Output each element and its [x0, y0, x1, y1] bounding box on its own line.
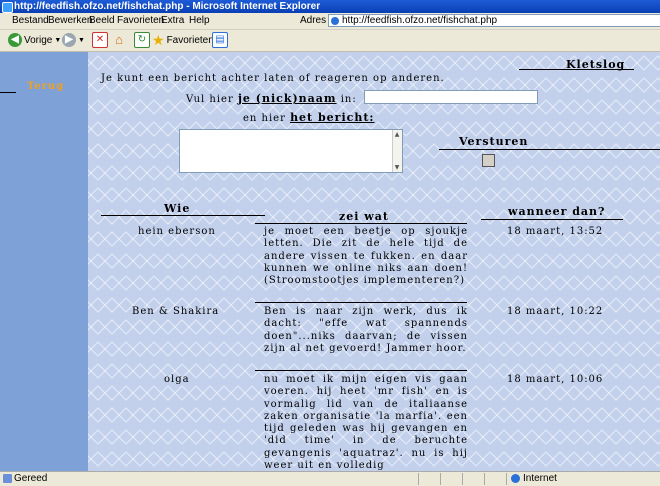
send-underline	[439, 149, 660, 150]
nick-label: Vul hier je (nick)naam in:	[186, 92, 357, 105]
back-link[interactable]: Terug	[27, 81, 64, 92]
favorites-button[interactable]: ★ Favorieten	[152, 32, 214, 48]
header-what-underline	[255, 223, 467, 224]
zone-text: Internet	[523, 473, 557, 484]
row-1-message: je moet een beetje op sjoukje letten. Di…	[264, 226, 468, 287]
forward-arrow-icon: ▶	[62, 33, 76, 47]
back-arrow-icon: ◀	[8, 33, 22, 47]
nick-label-suffix: in:	[340, 94, 357, 105]
header-who-underline	[101, 215, 265, 216]
menu-item-bewerken[interactable]: Bewerken	[48, 14, 92, 28]
row-divider	[255, 302, 467, 303]
status-text: Gereed	[14, 473, 48, 484]
menu-item-help[interactable]: Help	[189, 14, 210, 28]
row-3-who: olga	[164, 374, 190, 385]
nick-label-bold: je (nick)naam	[237, 92, 337, 105]
back-label: Vorige	[24, 34, 53, 46]
scroll-up-icon[interactable]: ▲	[393, 130, 402, 139]
forward-dropdown-icon: ▼	[78, 36, 85, 44]
media-icon: ▤	[212, 32, 228, 48]
menu-item-beeld[interactable]: Beeld	[89, 14, 115, 28]
refresh-icon: ↻	[134, 32, 150, 48]
menu-item-bestand[interactable]: Bestand	[12, 14, 49, 28]
media-button[interactable]: ▤	[212, 32, 228, 48]
message-scrollbar[interactable]: ▲ ▼	[392, 130, 402, 172]
nick-label-prefix: Vul hier	[186, 94, 234, 105]
ie-logo-icon	[2, 2, 13, 13]
row-2-message: Ben is naar zijn werk, dus ik dacht: "ef…	[264, 306, 468, 354]
internet-zone-icon	[511, 474, 520, 483]
page-content: Terug Kletslog Je kunt een bericht achte…	[0, 52, 660, 471]
address-url: http://feedfish.ofzo.net/fishchat.php	[342, 15, 498, 26]
row-2-who: Ben & Shakira	[132, 306, 220, 317]
message-textarea[interactable]: ▲ ▼	[179, 129, 403, 173]
address-bar: Adres http://feedfish.ofzo.net/fishchat.…	[296, 13, 660, 29]
address-label: Adres	[300, 15, 327, 26]
title-bar: http://feedfish.ofzo.net/fishchat.php - …	[0, 0, 660, 13]
intro-text: Je kunt een bericht achter laten of reag…	[101, 73, 445, 84]
back-link-underline	[0, 92, 16, 93]
header-what: zei wat	[339, 210, 389, 223]
favorites-label: Favorieten	[166, 34, 214, 46]
status-divider	[440, 473, 441, 485]
menu-item-favorieten[interactable]: Favorieten	[117, 14, 164, 28]
status-divider	[506, 473, 507, 485]
left-sidebar	[0, 52, 88, 471]
status-divider	[484, 473, 485, 485]
send-label: Versturen	[459, 135, 529, 148]
status-divider	[462, 473, 463, 485]
stop-icon: ✕	[92, 32, 108, 48]
row-1-who: hein eberson	[138, 226, 216, 237]
page-status-icon	[3, 474, 12, 483]
nickname-input[interactable]	[364, 90, 538, 104]
home-icon: ⌂	[115, 32, 123, 47]
scroll-down-icon[interactable]: ▼	[393, 163, 402, 172]
back-dropdown-icon: ▼	[54, 36, 62, 44]
toolbar: ◀ Vorige ▼ ▶ ▼ ✕ ⌂ ↻ ★ Favorieten ▤	[0, 30, 660, 52]
row-3-when: 18 maart, 10:06	[507, 374, 604, 385]
row-2-when: 18 maart, 10:22	[507, 306, 604, 317]
send-button[interactable]	[482, 154, 495, 167]
back-button[interactable]: ◀ Vorige ▼	[8, 32, 61, 48]
menu-item-extra[interactable]: Extra	[161, 14, 184, 28]
header-who: Wie	[164, 202, 191, 215]
status-bar: Gereed Internet	[0, 471, 660, 486]
row-3-message: nu moet ik mijn eigen vis gaan voeren. h…	[264, 374, 468, 471]
star-icon: ★	[152, 31, 165, 48]
status-divider	[418, 473, 419, 485]
header-when-underline	[481, 219, 623, 220]
stop-button[interactable]: ✕	[92, 32, 108, 48]
message-label: en hier het bericht:	[243, 111, 374, 124]
row-1-when: 18 maart, 13:52	[507, 226, 604, 237]
message-label-bold: het bericht:	[290, 111, 375, 124]
refresh-button[interactable]: ↻	[134, 32, 150, 48]
header-when: wanneer dan?	[508, 205, 606, 218]
address-field[interactable]: http://feedfish.ofzo.net/fishchat.php ▼	[328, 14, 660, 27]
home-button[interactable]: ⌂	[112, 32, 126, 48]
title-underline	[519, 69, 634, 70]
row-divider	[255, 370, 467, 371]
page-icon	[331, 17, 339, 25]
message-label-prefix: en hier	[243, 113, 286, 124]
window-title: http://feedfish.ofzo.net/fishchat.php - …	[14, 1, 321, 12]
forward-button[interactable]: ▶ ▼	[62, 32, 85, 48]
